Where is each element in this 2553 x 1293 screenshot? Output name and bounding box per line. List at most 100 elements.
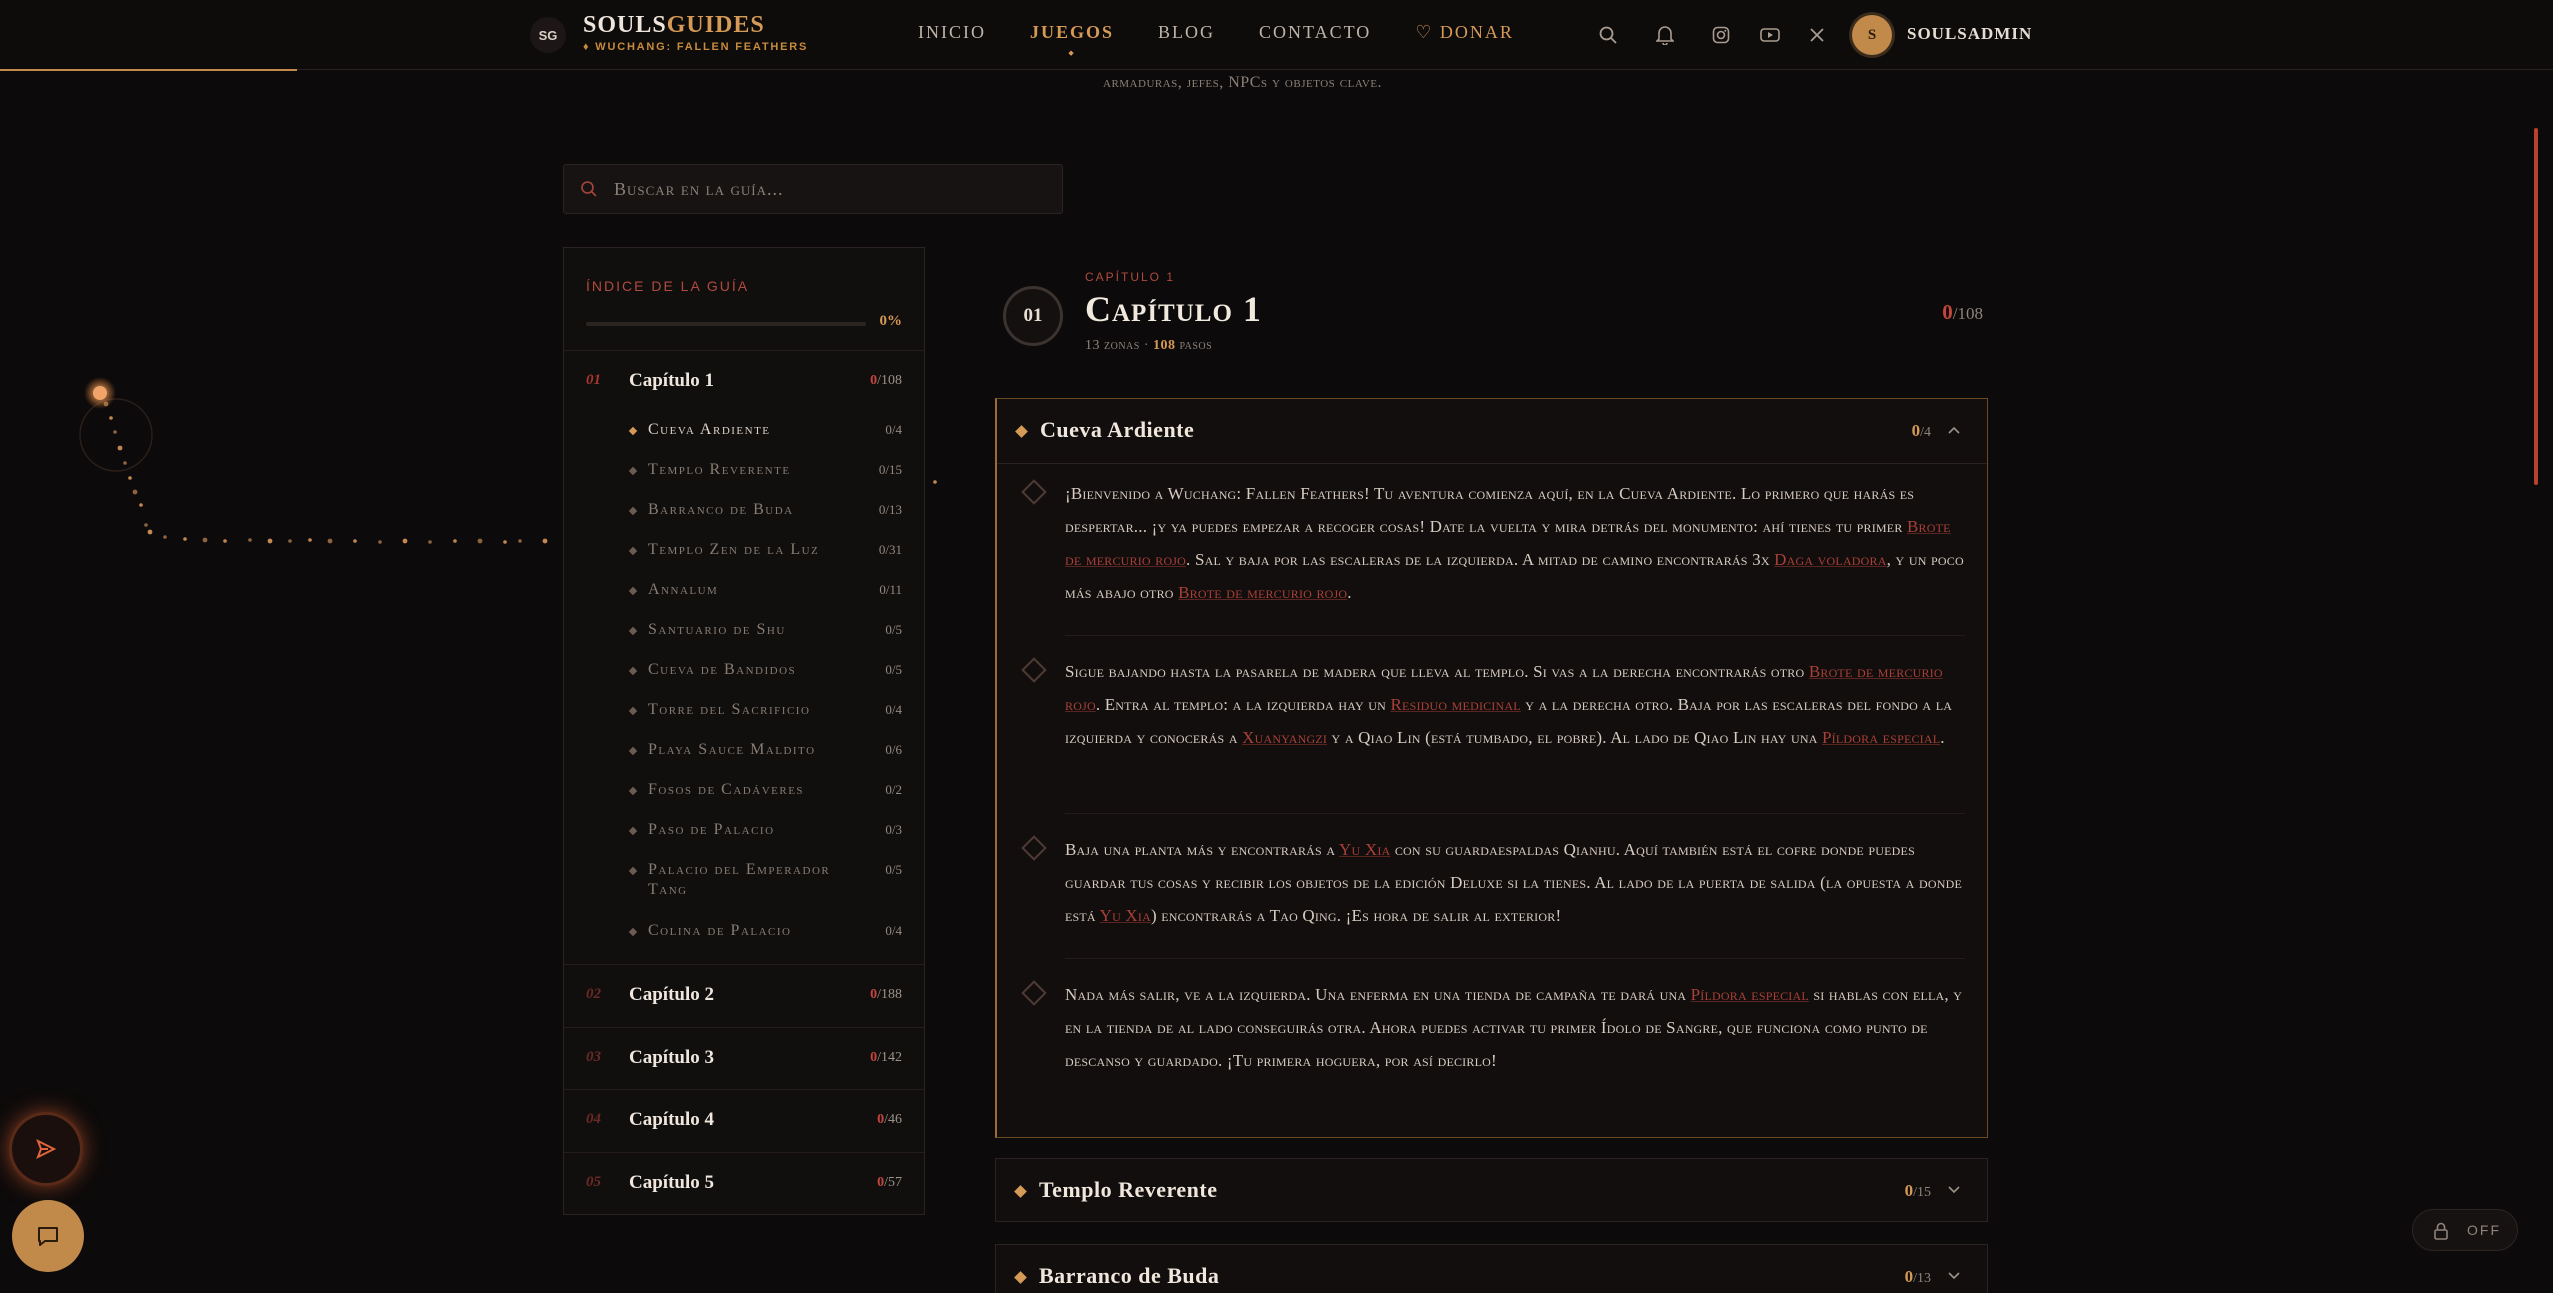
ember-dot [128,476,132,480]
nav-juegos[interactable]: JUEGOS [1030,22,1114,43]
nav-blog[interactable]: BLOG [1158,22,1215,43]
step-checkbox[interactable] [1021,835,1047,861]
chapter-title: Capítulo 1 [1085,289,1262,329]
zone-card-count: 0/15 [1904,1181,1931,1200]
sidebar-zone-label: Barranco de Buda [648,501,794,518]
instagram-icon[interactable] [1710,24,1732,46]
zone-card-templo-reverente[interactable]: Templo Reverente 0/15 [995,1158,1988,1222]
chevron-up-icon[interactable] [1945,421,1963,439]
item-link[interactable]: Píldora especial [1822,728,1940,747]
item-link[interactable]: Yu Xia [1339,840,1390,859]
ember-dot [353,539,357,543]
ember-dot [109,416,113,420]
chapter-label: Capítulo 5 [629,1171,714,1193]
sidebar-chapter-3[interactable]: 03 Capítulo 3 0/142 [564,1039,924,1079]
logo-title[interactable]: SOULSGUIDES [583,12,765,39]
sidebar-zone-item[interactable]: Templo Zen de la Luz 0/31 [564,540,924,566]
step-checkbox[interactable] [1021,657,1047,683]
nav-donar[interactable]: ♡ DONAR [1415,22,1514,43]
sidebar-zone-count: 0/15 [878,462,902,477]
sidebar-zone-item[interactable]: Fosos de Cadáveres 0/2 [564,780,924,806]
step-checkbox[interactable] [1021,980,1047,1006]
chat-icon [38,1227,58,1246]
zone-card-barranco-de-buda[interactable]: Barranco de Buda 0/13 [995,1244,1988,1293]
avatar[interactable]: S [1852,15,1892,55]
sidebar-chapter-2[interactable]: 02 Capítulo 2 0/188 [564,976,924,1016]
nav-contacto[interactable]: CONTACTO [1259,22,1371,43]
zone-card-count: 0/4 [1911,421,1931,440]
sidebar-zone-item[interactable]: Santuario de Shu 0/5 [564,620,924,646]
step-text-fragment: . [1940,728,1945,747]
username[interactable]: SOULSADMIN [1907,24,2032,44]
search-icon[interactable] [1597,24,1619,46]
ember-dot [147,529,153,535]
sidebar-zone-item[interactable]: Playa Sauce Maldito 0/6 [564,740,924,766]
ember-dot [503,540,507,544]
item-link[interactable]: Xuanyangzi [1242,728,1327,747]
step-checkbox[interactable] [1021,479,1047,505]
item-link[interactable]: Yu Xia [1100,906,1151,925]
chat-button[interactable] [12,1200,84,1272]
sidebar-zone-count: 0/13 [878,502,902,517]
sidebar-zone-item[interactable]: Barranco de Buda 0/13 [564,500,924,526]
chevron-down-icon[interactable] [1945,1267,1963,1285]
item-link[interactable]: Residuo medicinal [1391,695,1521,714]
zone-card-title: Templo Reverente [1039,1177,1218,1202]
item-link[interactable]: Brote de mercurio rojo [1178,583,1347,602]
sidebar-zone-count: 0/3 [885,822,902,837]
ember-dot [144,523,148,527]
ember-action-button[interactable] [12,1115,80,1183]
zone-card-cueva-ardiente: Cueva Ardiente 0/4 ¡Bienvenido a Wuchang… [995,398,1988,1138]
zone-card-header[interactable]: Cueva Ardiente 0/4 [997,399,1987,463]
step-text-fragment: ¡Bienvenido a Wuchang: Fallen Feathers! … [1065,484,1915,536]
guide-search-input[interactable] [614,165,1054,213]
step-text-fragment: Sigue bajando hasta la pasarela de mader… [1065,662,1809,681]
sidebar-zone-item[interactable]: Annalum 0/11 [564,580,924,606]
sidebar-chapter-1[interactable]: 01 Capítulo 1 0/108 [564,362,924,402]
sidebar-zone-item[interactable]: Cueva de Bandidos 0/5 [564,660,924,686]
logo-badge[interactable]: SG [530,17,566,53]
diamond-icon [628,586,638,596]
ember-dot [308,538,312,542]
sidebar-zone-label: Palacio del Emperador Tang [648,861,831,898]
item-link[interactable]: Daga voladora [1774,550,1886,569]
step-text-fragment: ) encontrarás a Tao Qing. ¡Es hora de sa… [1150,906,1562,925]
sidebar-zone-item[interactable]: Templo Reverente 0/15 [564,460,924,486]
sidebar-chapter-4[interactable]: 04 Capítulo 4 0/46 [564,1101,924,1141]
diamond-icon [1014,1185,1027,1198]
chapter-progress-count: 0/108 [1942,300,1983,324]
step-text-fragment: Baja una planta más y encontrarás a [1065,840,1340,859]
youtube-icon[interactable] [1759,24,1781,46]
divider [1065,635,1965,636]
send-icon [36,1138,57,1160]
sidebar-zone-item[interactable]: Torre del Sacrificio 0/4 [564,700,924,726]
sidebar-zone-label: Santuario de Shu [648,621,786,638]
sidebar-chapter-5[interactable]: 05 Capítulo 5 0/57 [564,1164,924,1204]
x-icon[interactable] [1806,24,1828,46]
sidebar-zone-count: 0/6 [885,742,902,757]
ember-dot [453,539,457,543]
lock-toggle[interactable]: OFF [2412,1209,2518,1251]
ember-dot [183,537,187,541]
sidebar-zone-count: 0/5 [885,862,902,877]
sidebar-zone-item[interactable]: Colina de Palacio 0/4 [564,921,924,947]
sidebar-zone-item[interactable]: Cueva Ardiente 0/4 [564,420,924,446]
ember-dot [223,539,227,543]
item-link[interactable]: Píldora especial [1691,985,1809,1004]
diamond-icon [628,826,638,836]
bell-icon[interactable] [1654,24,1676,46]
ember-dot [477,538,483,544]
sidebar-zone-item[interactable]: Paso de Palacio 0/3 [564,820,924,846]
diamond-icon [628,506,638,516]
chevron-down-icon[interactable] [1945,1181,1963,1199]
diamond-icon [1014,1271,1027,1284]
sidebar-title: ÍNDICE DE LA GUÍA [586,278,750,294]
ember-dot [202,537,208,543]
scrollbar-thumb[interactable] [2534,128,2538,485]
ember-dot [117,445,123,451]
sidebar-zone-count: 0/5 [885,622,902,637]
ember-dot [132,489,138,495]
nav-inicio[interactable]: INICIO [918,22,986,43]
sidebar-zone-count: 0/5 [885,662,902,677]
sidebar-zone-item[interactable]: Palacio del Emperador Tang 0/5 [564,860,924,902]
